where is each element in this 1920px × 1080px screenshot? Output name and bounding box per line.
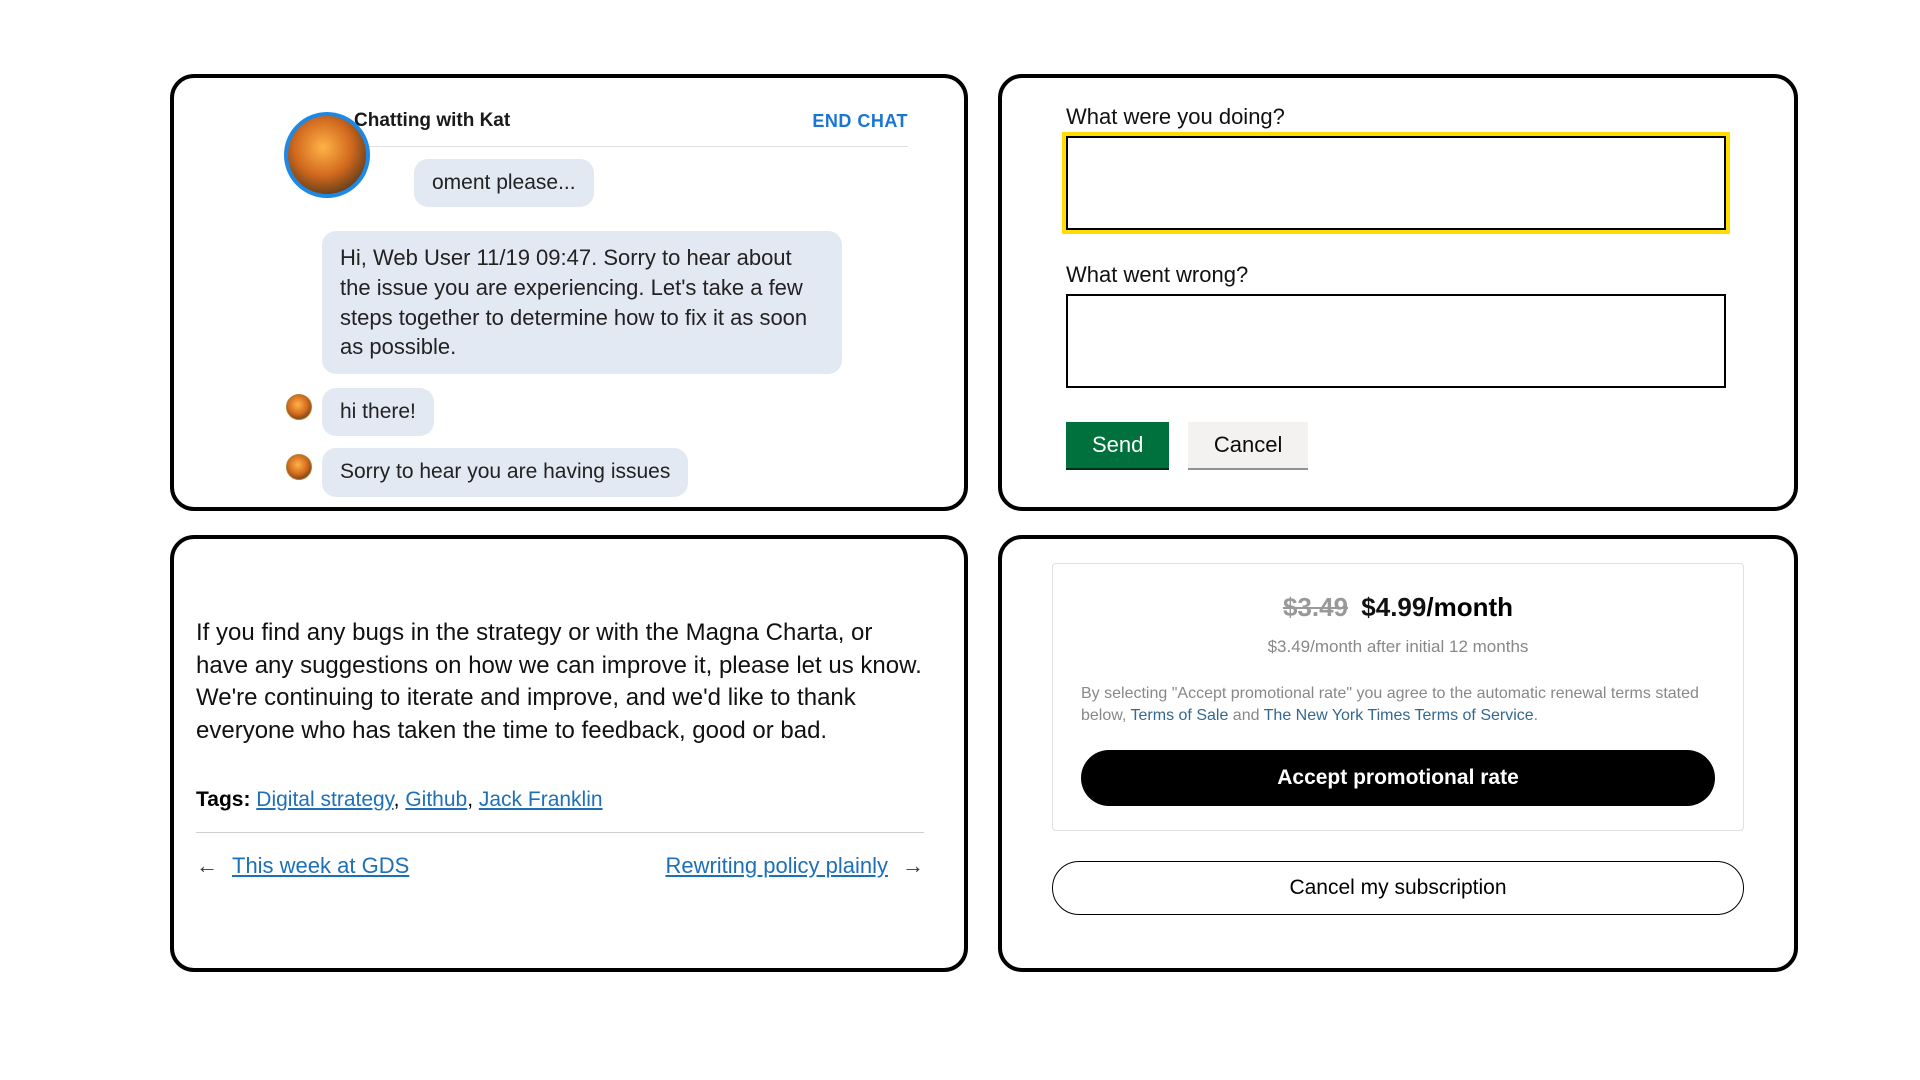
chat-message: Hi, Web User 11/19 09:47. Sorry to hear … <box>286 231 928 374</box>
prev-post-link[interactable]: This week at GDS <box>232 853 409 879</box>
end-chat-button[interactable]: END CHAT <box>812 111 908 132</box>
q2-textarea[interactable] <box>1066 294 1726 388</box>
next-post-link[interactable]: Rewriting policy plainly <box>665 853 888 879</box>
nyt-tos-link[interactable]: The New York Times Terms of Service <box>1264 707 1534 724</box>
blog-body-text: If you find any bugs in the strategy or … <box>196 617 924 748</box>
q1-textarea[interactable] <box>1066 136 1726 230</box>
cancel-button[interactable]: Cancel <box>1188 422 1308 468</box>
blog-panel: If you find any bugs in the strategy or … <box>170 535 968 972</box>
chat-header: Chatting with Kat END CHAT <box>354 98 908 147</box>
divider <box>196 832 924 833</box>
feedback-form-panel: What were you doing? What went wrong? Se… <box>998 74 1798 511</box>
send-button[interactable]: Send <box>1066 422 1169 468</box>
legal-text: By selecting "Accept promotional rate" y… <box>1081 683 1715 728</box>
tags-label: Tags: <box>196 788 250 811</box>
arrow-right-icon: → <box>902 853 924 879</box>
tags-row: Tags: Digital strategy, Github, Jack Fra… <box>196 788 924 812</box>
old-price: $3.49 <box>1283 592 1348 622</box>
price-period: /month <box>1426 592 1513 622</box>
legal-and: and <box>1228 707 1263 724</box>
chat-bubble: Sorry to hear you are having issues <box>322 448 688 496</box>
q2-label: What went wrong? <box>1066 262 1730 288</box>
new-price: $4.99 <box>1361 592 1426 622</box>
chat-bubble: oment please... <box>414 159 594 207</box>
accept-promo-button[interactable]: Accept promotional rate <box>1081 750 1715 806</box>
tag-link[interactable]: Jack Franklin <box>479 788 603 811</box>
arrow-left-icon: ← <box>196 853 218 879</box>
legal-period: . <box>1534 707 1538 724</box>
price-note: $3.49/month after initial 12 months <box>1081 637 1715 657</box>
subscription-panel: $3.49 $4.99/month $3.49/month after init… <box>998 535 1798 972</box>
agent-avatar-icon <box>286 454 312 480</box>
chat-bubble: Hi, Web User 11/19 09:47. Sorry to hear … <box>322 231 842 374</box>
chat-message: hi there! <box>286 388 928 436</box>
q1-label: What were you doing? <box>1066 104 1730 130</box>
tag-link[interactable]: Github <box>405 788 467 811</box>
chat-title: Chatting with Kat <box>354 110 510 132</box>
cancel-subscription-button[interactable]: Cancel my subscription <box>1052 861 1744 915</box>
price-box: $3.49 $4.99/month $3.49/month after init… <box>1052 563 1744 831</box>
agent-avatar-icon <box>286 394 312 420</box>
terms-of-sale-link[interactable]: Terms of Sale <box>1131 707 1229 724</box>
chat-bubble: hi there! <box>322 388 434 436</box>
chat-panel: Chatting with Kat END CHAT oment please.… <box>170 74 968 511</box>
chat-message: Sorry to hear you are having issues <box>286 448 928 496</box>
chat-message: oment please... <box>304 159 928 207</box>
price-line: $3.49 $4.99/month <box>1081 592 1715 623</box>
tag-link[interactable]: Digital strategy <box>256 788 393 811</box>
